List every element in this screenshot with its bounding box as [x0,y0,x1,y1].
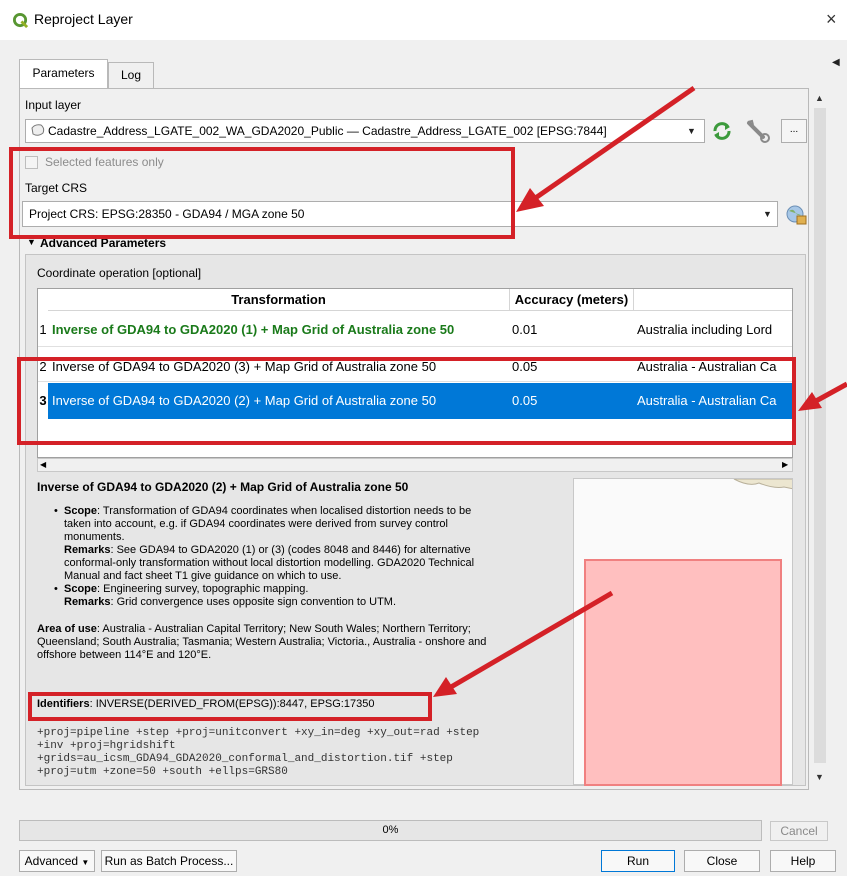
run-button[interactable]: Run [601,850,675,872]
input-layer-value: Cadastre_Address_LGATE_002_WA_GDA2020_Pu… [48,124,607,138]
column-header-accuracy[interactable]: Accuracy (meters) [510,289,634,311]
progress-text: 0% [382,824,399,836]
horizontal-scrollbar[interactable] [37,458,793,472]
polygon-layer-icon [31,124,45,136]
advanced-button[interactable]: Advanced ▼ [19,850,95,872]
area-of-use-extent [584,559,782,786]
row-area: Australia including Lord [637,322,773,337]
annotation-box-selected-rows [17,357,796,445]
tab-log[interactable]: Log [108,62,154,88]
column-header-transformation[interactable]: Transformation [48,289,510,311]
scroll-up-icon[interactable]: ▲ [815,93,824,103]
annotation-box-identifiers [28,692,432,721]
column-header-area[interactable] [634,289,792,311]
window-title: Reproject Layer [34,11,133,27]
cancel-button[interactable]: Cancel [770,821,828,841]
help-button[interactable]: Help [770,850,836,872]
proj-string: +proj=pipeline +step +proj=unitconvert +… [37,727,480,778]
globe-icon[interactable] [782,202,808,226]
detail-title: Inverse of GDA94 to GDA2020 (2) + Map Gr… [37,480,409,494]
scroll-right-icon[interactable]: ▶ [782,458,788,472]
row-transformation: Inverse of GDA94 to GDA2020 (1) + Map Gr… [52,322,455,337]
vertical-scrollbar-thumb[interactable] [814,108,826,763]
advanced-button-label: Advanced [24,854,79,868]
input-layer-label: Input layer [25,98,82,112]
chevron-down-icon: ▼ [81,858,90,867]
run-batch-process-button[interactable]: Run as Batch Process... [101,850,237,872]
scroll-down-icon[interactable]: ▼ [815,772,824,782]
close-window-icon[interactable]: × [826,9,837,30]
row-number: 1 [39,322,47,337]
annotation-box-target-crs [9,147,515,239]
area-of-use-text: Area of use: Australia - Australian Capi… [37,623,487,661]
input-layer-combo[interactable]: Cadastre_Address_LGATE_002_WA_GDA2020_Pu… [25,119,705,143]
qgis-logo-icon [13,13,28,28]
row-accuracy: 0.01 [512,322,538,337]
iterate-icon[interactable] [710,120,734,142]
chevron-down-icon[interactable]: ▼ [687,126,696,136]
progress-bar: 0% [19,820,762,841]
scroll-left-icon[interactable]: ◀ [40,458,46,472]
coordinate-operation-label: Coordinate operation [optional] [37,266,202,280]
chevron-down-icon[interactable]: ▼ [763,209,772,219]
detail-scope-remarks: Scope: Transformation of GDA94 coordinat… [37,505,567,609]
wrench-icon[interactable] [745,119,773,143]
more-options-button[interactable]: ... [781,119,807,143]
close-button[interactable]: Close [684,850,760,872]
collapse-panel-icon[interactable]: ◀ [832,57,840,68]
tab-parameters[interactable]: Parameters [19,59,108,88]
